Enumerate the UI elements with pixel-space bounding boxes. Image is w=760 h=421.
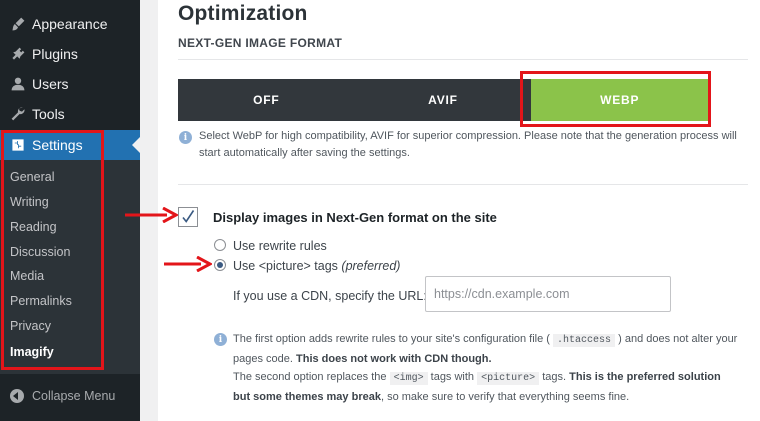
cdn-label: If you use a CDN, specify the URL: [233, 289, 427, 303]
format-off-button[interactable]: OFF [178, 79, 355, 121]
checkmark-icon [182, 210, 195, 223]
collapse-label: Collapse Menu [32, 389, 116, 403]
picture-code: <picture> [477, 372, 540, 385]
preferred-text: (preferred) [341, 259, 401, 273]
active-indicator [132, 137, 140, 153]
img-code: <img> [389, 372, 428, 385]
menu-item-plugins[interactable]: Plugins [0, 39, 140, 69]
divider [178, 184, 748, 185]
radio-picture-text: Use <picture> tags [233, 259, 338, 273]
menu-label: Users [32, 76, 69, 92]
note-text: tags. [542, 371, 567, 383]
info-icon: i [179, 131, 192, 144]
section-title: NEXT-GEN IMAGE FORMAT [178, 36, 343, 50]
page-title: Optimization [178, 2, 308, 25]
menu-item-tools[interactable]: Tools [0, 99, 140, 129]
radio-picture-tags[interactable] [214, 259, 226, 271]
collapse-menu-button[interactable]: Collapse Menu [0, 382, 140, 410]
menu-label: Tools [32, 106, 65, 122]
menu-item-appearance[interactable]: Appearance [0, 9, 140, 39]
radio-rewrite-label: Use rewrite rules [233, 239, 327, 253]
display-nextgen-label: Display images in Next-Gen format on the… [213, 210, 497, 225]
note-text: The first option adds rewrite rules to y… [233, 333, 550, 345]
htaccess-code: .htaccess [553, 334, 616, 347]
arrow-radio-icon [164, 256, 212, 272]
radio-rewrite-rules[interactable] [214, 239, 226, 251]
note-text: tags with [430, 371, 475, 383]
cdn-url-input[interactable] [425, 276, 671, 312]
format-avif-button[interactable]: AVIF [355, 79, 532, 121]
user-icon [8, 74, 28, 94]
radio-picture-label: Use <picture> tags (preferred) [233, 259, 400, 273]
settings-panel: Optimization NEXT-GEN IMAGE FORMAT OFF A… [158, 0, 760, 421]
wrench-icon [8, 104, 28, 124]
settings-highlight-box [1, 130, 104, 370]
note-text: The second option replaces the [233, 371, 387, 383]
info-icon: i [214, 333, 227, 346]
collapse-icon [10, 389, 24, 403]
menu-label: Plugins [32, 46, 78, 62]
format-help-text: Select WebP for high compatibility, AVIF… [199, 130, 737, 159]
note-bold: This does not work with CDN though. [296, 353, 492, 365]
menu-label: Appearance [32, 16, 108, 32]
method-help-text: The first option adds rewrite rules to y… [233, 330, 738, 406]
paintbrush-icon [8, 14, 28, 34]
webp-highlight-box [520, 71, 711, 127]
display-nextgen-checkbox[interactable] [178, 207, 198, 227]
section-divider [178, 59, 748, 60]
arrow-checkbox-icon [125, 207, 178, 223]
plug-icon [8, 44, 28, 64]
note-text: , so make sure to verify that everything… [380, 391, 630, 403]
menu-item-users[interactable]: Users [0, 69, 140, 99]
